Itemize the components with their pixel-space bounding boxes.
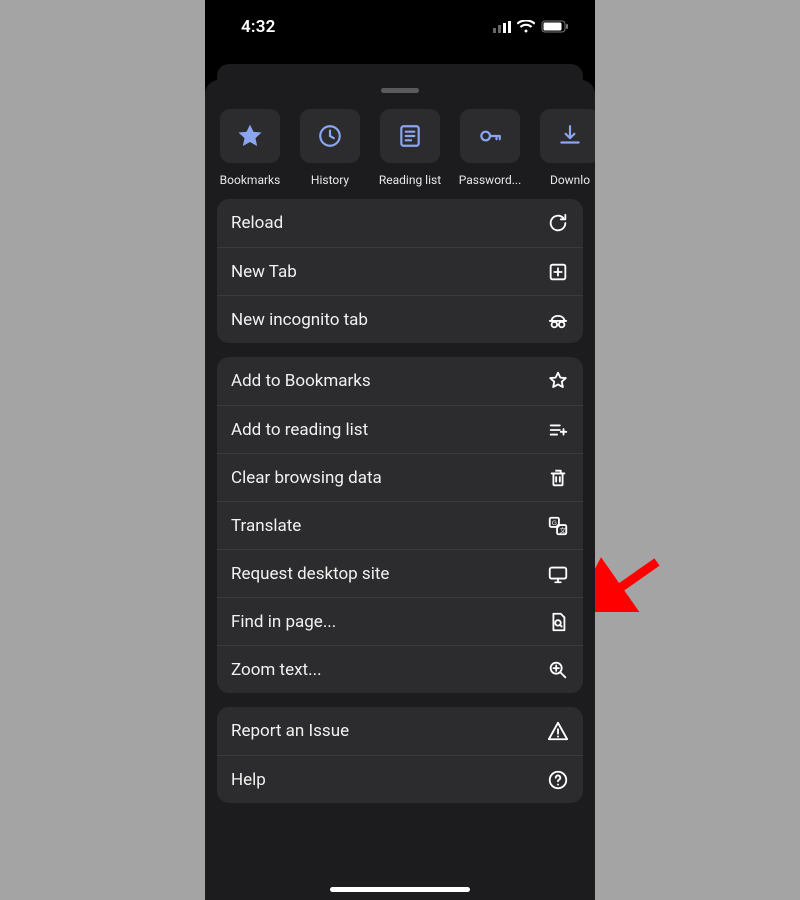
key-icon-tile[interactable]: [460, 109, 520, 163]
menu-item-label: Translate: [231, 516, 301, 536]
menu-add-reading-list[interactable]: Add to reading list: [217, 405, 583, 453]
menu-item-label: Request desktop site: [231, 564, 389, 584]
reload-icon: [547, 212, 569, 234]
status-bar: 4:32: [205, 0, 595, 44]
history-icon-tile[interactable]: [300, 109, 360, 163]
menu-item-label: Help: [231, 770, 266, 790]
menu-groups: Reload New Tab New incognito tab Add to …: [205, 187, 595, 815]
desktop-icon: [547, 563, 569, 585]
warning-icon: [547, 720, 569, 742]
shortcut-star[interactable]: Bookmarks: [217, 109, 283, 187]
menu-add-bookmarks[interactable]: Add to Bookmarks: [217, 357, 583, 405]
shortcut-label: Reading list: [379, 173, 441, 187]
sheet-grip[interactable]: [381, 88, 419, 93]
menu-find-in-page[interactable]: Find in page...: [217, 597, 583, 645]
menu-item-label: New Tab: [231, 262, 297, 282]
menu-sheet: Bookmarks History Reading list Password.…: [205, 80, 595, 900]
download-icon-tile[interactable]: [540, 109, 595, 163]
menu-item-label: Report an Issue: [231, 721, 349, 741]
menu-group: Report an Issue Help: [217, 707, 583, 803]
home-indicator[interactable]: [330, 887, 470, 892]
menu-group: Reload New Tab New incognito tab: [217, 199, 583, 343]
phone-frame: 4:32 Bookmarks History Reading list: [205, 0, 595, 900]
incognito-icon: [547, 309, 569, 331]
menu-help[interactable]: Help: [217, 755, 583, 803]
shortcut-label: Bookmarks: [220, 173, 281, 187]
star-icon-tile[interactable]: [220, 109, 280, 163]
reading-list-icon-tile[interactable]: [380, 109, 440, 163]
battery-icon: [541, 18, 569, 37]
menu-item-label: Clear browsing data: [231, 468, 382, 488]
menu-item-label: New incognito tab: [231, 310, 368, 330]
status-time: 4:32: [241, 17, 276, 37]
menu-zoom-text[interactable]: Zoom text...: [217, 645, 583, 693]
add-reading-list-icon: [547, 419, 569, 441]
shortcut-label: History: [311, 173, 349, 187]
menu-reload[interactable]: Reload: [217, 199, 583, 247]
reading-list-icon: [397, 123, 423, 149]
menu-item-label: Add to reading list: [231, 420, 368, 440]
annotation-arrow: [595, 552, 665, 612]
shortcut-row[interactable]: Bookmarks History Reading list Password.…: [205, 103, 595, 187]
menu-new-tab[interactable]: New Tab: [217, 247, 583, 295]
help-icon: [547, 769, 569, 791]
history-icon: [317, 123, 343, 149]
shortcut-reading-list[interactable]: Reading list: [377, 109, 443, 187]
download-icon: [557, 123, 583, 149]
shortcut-key[interactable]: Password...: [457, 109, 523, 187]
menu-new-incognito[interactable]: New incognito tab: [217, 295, 583, 343]
menu-item-label: Zoom text...: [231, 660, 322, 680]
trash-icon: [547, 467, 569, 489]
menu-group: Add to Bookmarks Add to reading list Cle…: [217, 357, 583, 693]
menu-report-issue[interactable]: Report an Issue: [217, 707, 583, 755]
new-tab-icon: [547, 261, 569, 283]
menu-clear-browsing-data[interactable]: Clear browsing data: [217, 453, 583, 501]
wifi-icon: [517, 18, 535, 37]
key-icon: [477, 123, 503, 149]
menu-item-label: Find in page...: [231, 612, 336, 632]
zoom-in-icon: [547, 659, 569, 681]
shortcut-history[interactable]: History: [297, 109, 363, 187]
translate-icon: [547, 515, 569, 537]
cellular-icon: [493, 18, 511, 37]
shortcut-label: Password...: [459, 173, 522, 187]
find-in-page-icon: [547, 611, 569, 633]
menu-item-label: Add to Bookmarks: [231, 371, 371, 391]
menu-translate[interactable]: Translate: [217, 501, 583, 549]
menu-item-label: Reload: [231, 213, 283, 233]
shortcut-download[interactable]: Downlo: [537, 109, 595, 187]
star-outline-icon: [547, 370, 569, 392]
menu-request-desktop-site[interactable]: Request desktop site: [217, 549, 583, 597]
star-icon: [237, 123, 263, 149]
shortcut-label: Downlo: [550, 173, 590, 187]
